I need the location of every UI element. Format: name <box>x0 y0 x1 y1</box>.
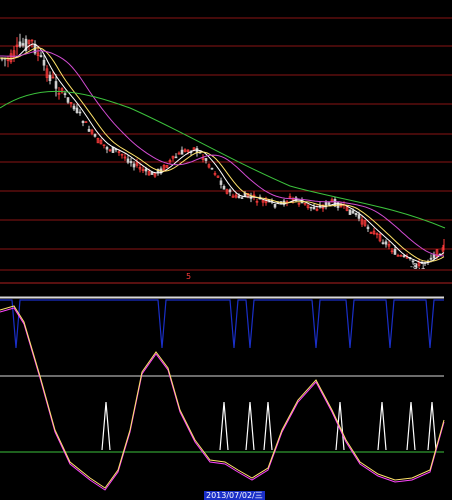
candle-body <box>237 195 241 199</box>
candle-body <box>126 158 130 163</box>
price-low-label: -8.1 <box>410 262 426 271</box>
candle-body <box>72 105 76 110</box>
candle-body <box>432 254 436 259</box>
candle-body <box>354 212 358 215</box>
signal-spike <box>219 401 229 451</box>
candle-body <box>357 214 361 219</box>
candle-body <box>78 111 82 114</box>
chart-canvas <box>0 17 452 491</box>
candle-body <box>144 168 148 172</box>
candle-body <box>204 158 208 161</box>
oscillator-d-line <box>0 307 445 491</box>
candle-body <box>327 202 331 205</box>
candle-body <box>348 209 352 215</box>
candle-body <box>174 156 178 159</box>
stock-chart: -8.1 5 2013/07/02/三 <box>0 0 452 500</box>
candle-body <box>63 93 67 96</box>
candle-body <box>393 248 397 255</box>
candle-body <box>39 55 43 58</box>
candle-body <box>180 149 184 155</box>
candle-body <box>402 255 406 257</box>
candle-body <box>93 134 97 137</box>
signal-spike <box>377 401 387 451</box>
ma60-line <box>0 90 446 229</box>
candle-body <box>18 41 22 47</box>
candle-body <box>21 43 25 46</box>
candle-body <box>219 180 223 185</box>
signal-spike <box>245 401 255 451</box>
candle-body <box>222 186 226 190</box>
candle-body <box>75 107 79 113</box>
candle-body <box>429 257 433 260</box>
candle-body <box>54 81 58 89</box>
candle-body <box>66 97 70 103</box>
candle-body <box>273 204 277 208</box>
oscillator-k-line <box>0 305 445 489</box>
candle-body <box>42 59 46 66</box>
candle-body <box>312 206 316 210</box>
signal-spike <box>263 401 273 451</box>
candle-body <box>150 171 154 175</box>
candle-body <box>384 241 388 245</box>
candle-body <box>132 163 136 168</box>
candle-body <box>105 146 109 150</box>
candle-body <box>366 226 370 230</box>
signal-line <box>0 299 444 349</box>
signal-spike <box>427 401 437 451</box>
candle-body <box>87 129 91 132</box>
candle-body <box>81 120 85 123</box>
candle-body <box>48 74 52 82</box>
candle-body <box>381 242 385 244</box>
candle-body <box>351 210 355 214</box>
candle-body <box>240 197 244 199</box>
candle-body <box>210 167 214 170</box>
panel-marker-label: 5 <box>186 272 192 281</box>
cursor-date-label: 2013/07/02/三 <box>204 491 265 500</box>
signal-spike <box>406 401 416 451</box>
signal-spike <box>101 401 111 451</box>
candle-body <box>129 161 133 164</box>
candle-body <box>309 206 313 209</box>
candle-body <box>228 189 232 193</box>
